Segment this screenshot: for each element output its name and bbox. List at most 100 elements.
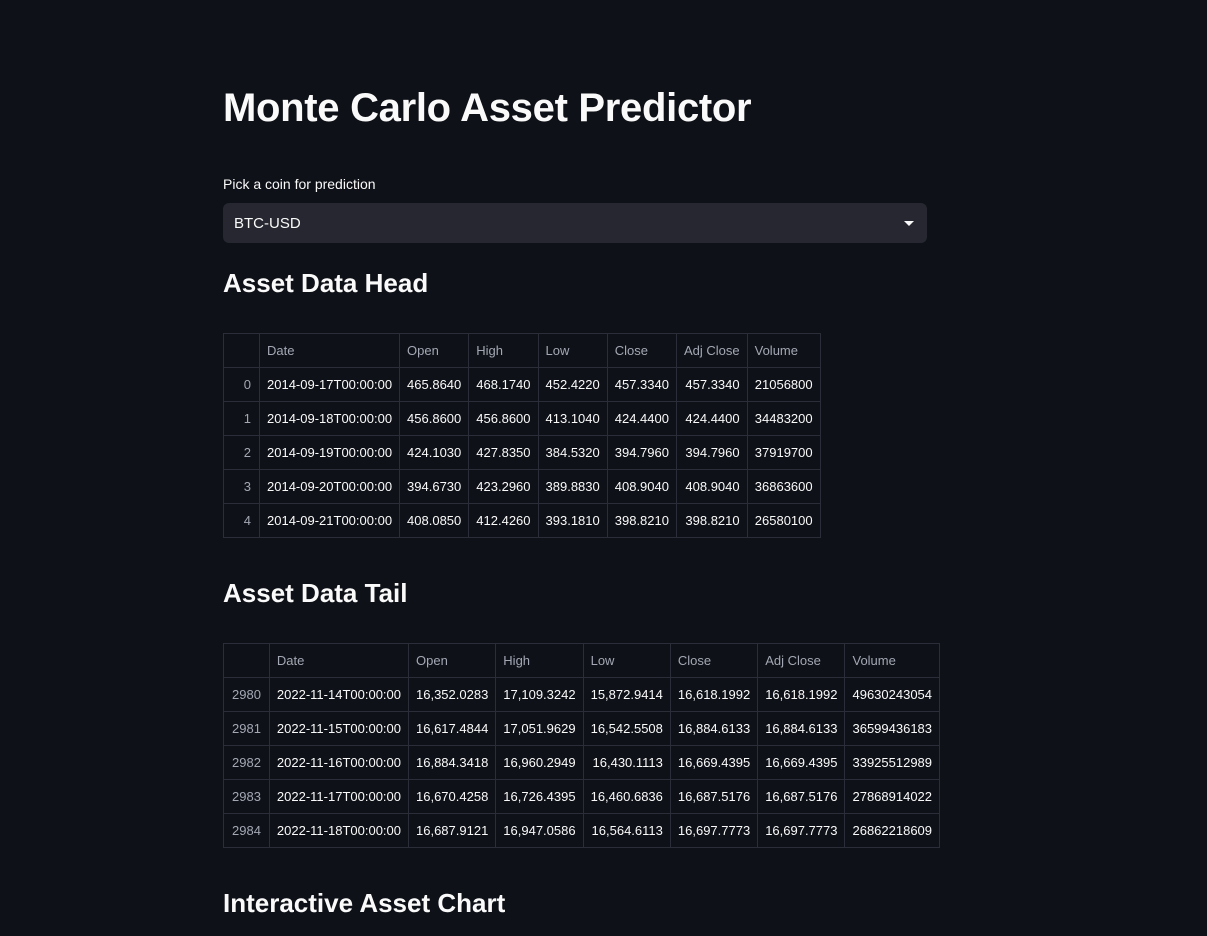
cell-volume[interactable]: 36599436183 [844,711,941,746]
cell-high[interactable]: 427.8350 [468,435,539,470]
column-header-low[interactable]: Low [537,333,608,368]
cell-date[interactable]: 2022-11-16T00:00:00 [268,745,410,780]
cell-volume[interactable]: 21056800 [746,367,821,402]
cell-volume[interactable]: 33925512989 [844,745,941,780]
cell-high[interactable]: 17,109.3242 [495,677,584,712]
row-index: 2 [223,435,260,470]
table-row: 2983 2022-11-17T00:00:00 16,670.4258 16,726… [223,779,941,814]
cell-low[interactable]: 413.1040 [537,401,608,436]
cell-close[interactable]: 457.3340 [606,367,677,402]
cell-adj-close[interactable]: 457.3340 [675,367,748,402]
cell-close[interactable]: 16,884.6133 [669,711,759,746]
cell-low[interactable]: 384.5320 [537,435,608,470]
column-header-date[interactable]: Date [258,333,401,368]
cell-close[interactable]: 394.7960 [606,435,677,470]
cell-low[interactable]: 16,430.1113 [582,745,671,780]
cell-close[interactable]: 16,669.4395 [669,745,759,780]
cell-volume[interactable]: 26580100 [746,503,821,538]
column-header-index[interactable] [223,643,270,678]
cell-high[interactable]: 468.1740 [468,367,539,402]
cell-open[interactable]: 408.0850 [399,503,470,538]
cell-close[interactable]: 16,697.7773 [669,813,759,848]
tail-data-table[interactable]: Date Open High Low Close Adj Close Volum… [223,643,941,848]
cell-high[interactable]: 16,947.0586 [495,813,584,848]
column-header-close[interactable]: Close [606,333,677,368]
cell-close[interactable]: 424.4400 [606,401,677,436]
cell-high[interactable]: 412.4260 [468,503,539,538]
cell-adj-close[interactable]: 16,669.4395 [757,745,846,780]
cell-adj-close[interactable]: 394.7960 [675,435,748,470]
cell-close[interactable]: 16,687.5176 [669,779,759,814]
head-data-table[interactable]: Date Open High Low Close Adj Close Volum… [223,333,821,538]
column-header-index[interactable] [223,333,260,368]
column-header-high[interactable]: High [468,333,539,368]
coin-select[interactable]: BTC-USD [223,203,927,243]
cell-open[interactable]: 16,617.4844 [407,711,497,746]
cell-low[interactable]: 15,872.9414 [582,677,671,712]
column-header-adj-close[interactable]: Adj Close [757,643,846,678]
cell-adj-close[interactable]: 16,687.5176 [757,779,846,814]
cell-adj-close[interactable]: 398.8210 [675,503,748,538]
cell-open[interactable]: 424.1030 [399,435,470,470]
column-header-high[interactable]: High [495,643,584,678]
table-row: 2982 2022-11-16T00:00:00 16,884.3418 16,960… [223,745,941,780]
column-header-open[interactable]: Open [407,643,497,678]
cell-adj-close[interactable]: 16,618.1992 [757,677,846,712]
cell-date[interactable]: 2014-09-17T00:00:00 [258,367,401,402]
cell-open[interactable]: 465.8640 [399,367,470,402]
row-index: 2983 [223,779,270,814]
cell-volume[interactable]: 27868914022 [844,779,941,814]
cell-volume[interactable]: 26862218609 [844,813,941,848]
column-header-volume[interactable]: Volume [746,333,821,368]
cell-date[interactable]: 2014-09-18T00:00:00 [258,401,401,436]
cell-adj-close[interactable]: 408.9040 [675,469,748,504]
column-header-adj-close[interactable]: Adj Close [675,333,748,368]
cell-open[interactable]: 456.8600 [399,401,470,436]
cell-date[interactable]: 2014-09-21T00:00:00 [258,503,401,538]
table-header-row: Date Open High Low Close Adj Close Volum… [223,333,821,368]
cell-low[interactable]: 452.4220 [537,367,608,402]
chevron-down-icon[interactable] [904,221,914,226]
cell-close[interactable]: 16,618.1992 [669,677,759,712]
cell-high[interactable]: 16,960.2949 [495,745,584,780]
column-header-date[interactable]: Date [268,643,410,678]
cell-date[interactable]: 2022-11-18T00:00:00 [268,813,410,848]
cell-low[interactable]: 16,564.6113 [582,813,671,848]
cell-high[interactable]: 423.2960 [468,469,539,504]
cell-volume[interactable]: 49630243054 [844,677,941,712]
cell-high[interactable]: 17,051.9629 [495,711,584,746]
table-row: 2981 2022-11-15T00:00:00 16,617.4844 17,051… [223,711,941,746]
tail-table-body: 2980 2022-11-14T00:00:00 16,352.0283 17,109… [223,677,941,848]
cell-low[interactable]: 389.8830 [537,469,608,504]
column-header-volume[interactable]: Volume [844,643,941,678]
cell-open[interactable]: 16,884.3418 [407,745,497,780]
cell-open[interactable]: 16,352.0283 [407,677,497,712]
cell-close[interactable]: 408.9040 [606,469,677,504]
cell-high[interactable]: 456.8600 [468,401,539,436]
cell-volume[interactable]: 34483200 [746,401,821,436]
cell-low[interactable]: 393.1810 [537,503,608,538]
cell-volume[interactable]: 37919700 [746,435,821,470]
cell-close[interactable]: 398.8210 [606,503,677,538]
cell-date[interactable]: 2014-09-19T00:00:00 [258,435,401,470]
cell-open[interactable]: 16,670.4258 [407,779,497,814]
cell-adj-close[interactable]: 16,884.6133 [757,711,846,746]
column-header-low[interactable]: Low [582,643,671,678]
column-header-open[interactable]: Open [399,333,470,368]
cell-date[interactable]: 2022-11-14T00:00:00 [268,677,410,712]
cell-date[interactable]: 2014-09-20T00:00:00 [258,469,401,504]
cell-adj-close[interactable]: 424.4400 [675,401,748,436]
cell-volume[interactable]: 36863600 [746,469,821,504]
cell-adj-close[interactable]: 16,697.7773 [757,813,846,848]
cell-date[interactable]: 2022-11-17T00:00:00 [268,779,410,814]
cell-date[interactable]: 2022-11-15T00:00:00 [268,711,410,746]
cell-high[interactable]: 16,726.4395 [495,779,584,814]
cell-open[interactable]: 16,687.9121 [407,813,497,848]
row-index: 2980 [223,677,270,712]
table-row: 1 2014-09-18T00:00:00 456.8600 456.8600 413.… [223,401,821,436]
cell-open[interactable]: 394.6730 [399,469,470,504]
column-header-close[interactable]: Close [669,643,759,678]
cell-low[interactable]: 16,542.5508 [582,711,671,746]
cell-low[interactable]: 16,460.6836 [582,779,671,814]
coin-select-label: Pick a coin for prediction [223,176,376,192]
